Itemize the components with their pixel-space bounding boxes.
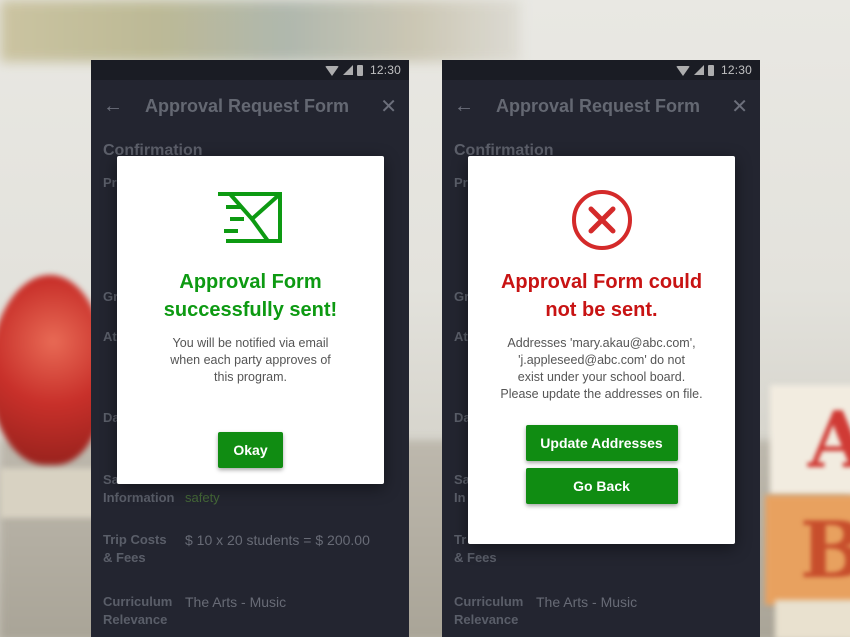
- dialog-message-line: this program.: [214, 370, 287, 384]
- dialog-title: Approval Form could not be sent.: [482, 268, 721, 324]
- dialog-message-line: Addresses 'mary.akau@abc.com',: [507, 336, 696, 350]
- update-addresses-button[interactable]: Update Addresses: [525, 425, 678, 461]
- mail-sent-icon: [217, 192, 282, 243]
- dialog-message-line: 'j.appleseed@abc.com' do not: [518, 353, 685, 367]
- background-block-letter: A: [808, 395, 850, 486]
- dialog-title-line: Approval Form: [179, 271, 322, 293]
- go-back-button[interactable]: Go Back: [525, 468, 678, 504]
- error-x-icon: [571, 190, 632, 250]
- dialog-title-line: not be sent.: [545, 299, 658, 321]
- success-dialog: Approval Form successfully sent! You wil…: [117, 156, 384, 484]
- dialog-title-line: successfully sent!: [163, 299, 338, 321]
- background-poster: [0, 0, 520, 62]
- error-dialog: Approval Form could not be sent. Address…: [468, 156, 735, 544]
- background-apple: [0, 275, 105, 465]
- dialog-message-line: You will be notified via email: [172, 336, 329, 350]
- dialog-title-line: Approval Form could: [500, 271, 703, 293]
- dialog-message: Addresses 'mary.akau@abc.com', 'j.apples…: [497, 335, 707, 403]
- dialog-message-line: when each party approves of: [170, 353, 331, 367]
- dialog-title: Approval Form successfully sent!: [131, 268, 370, 324]
- okay-button[interactable]: Okay: [218, 432, 283, 468]
- background-block: [775, 600, 850, 637]
- background-books: [0, 468, 100, 518]
- dialog-message-line: Please update the addresses on file.: [500, 387, 703, 401]
- dialog-message-line: exist under your school board.: [517, 370, 686, 384]
- background-block-letter: B: [800, 505, 850, 596]
- dialog-icon-wrap: [468, 156, 735, 268]
- dialog-icon-wrap: [117, 156, 384, 268]
- dialog-message: You will be notified via email when each…: [167, 335, 335, 386]
